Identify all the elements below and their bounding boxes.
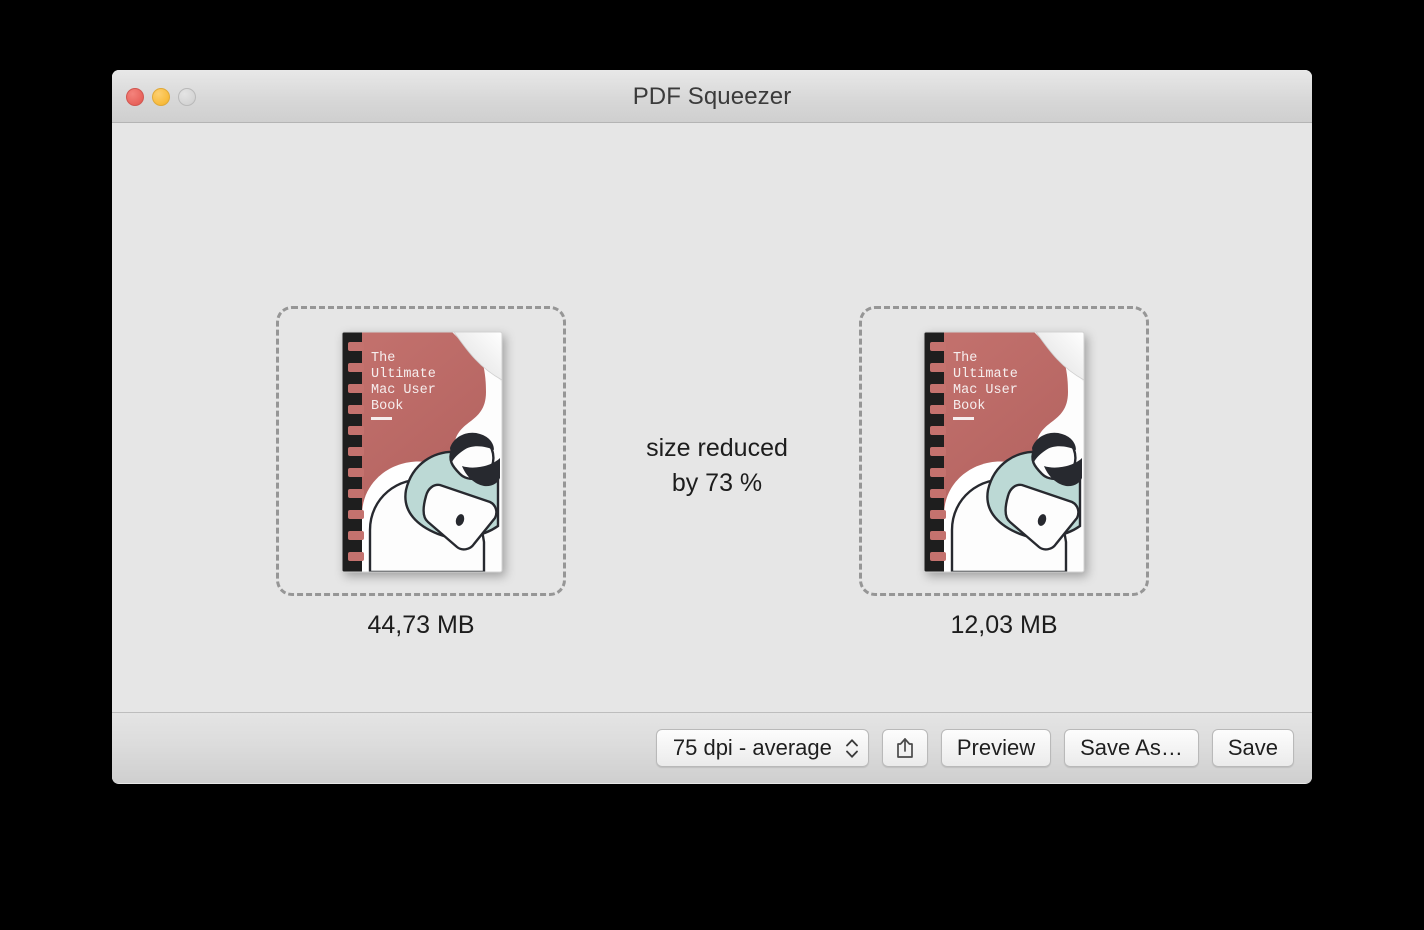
original-pdf-thumbnail[interactable]: The Ultimate Mac User Book: [334, 330, 509, 575]
app-window: PDF Squeezer The Ultimate Mac User Book …: [112, 70, 1312, 784]
reduction-line-2: by 73 %: [671, 469, 763, 497]
save-button[interactable]: Save: [1211, 729, 1294, 767]
window-title: PDF Squeezer: [632, 83, 792, 110]
chevron-updown-icon: [845, 738, 858, 758]
share-button[interactable]: [881, 729, 928, 767]
svg-text:The: The: [953, 351, 977, 366]
dpi-quality-select[interactable]: 75 dpi - average: [655, 729, 869, 767]
svg-text:Book: Book: [953, 399, 985, 414]
save-as-button[interactable]: Save As…: [1064, 729, 1199, 767]
reduction-line-1: size reduced: [646, 434, 788, 462]
window-titlebar: PDF Squeezer: [112, 70, 1312, 123]
svg-text:Mac User: Mac User: [953, 383, 1018, 398]
bottom-toolbar: 75 dpi - average Preview Save As… Save: [112, 712, 1312, 783]
preview-button[interactable]: Preview: [940, 729, 1052, 767]
svg-text:Book: Book: [371, 399, 403, 414]
share-icon: [895, 736, 915, 760]
size-reduction-message: size reduced by 73 %: [582, 431, 852, 501]
compressed-file-size: 12,03 MB: [950, 611, 1058, 639]
compressed-pdf-thumbnail[interactable]: The Ultimate Mac User Book: [916, 330, 1091, 575]
main-content: The Ultimate Mac User Book 44,73 MB size…: [112, 123, 1312, 712]
dpi-quality-value: 75 dpi - average: [672, 735, 832, 760]
svg-text:Ultimate: Ultimate: [953, 367, 1018, 382]
original-file-size: 44,73 MB: [367, 611, 475, 639]
svg-text:The: The: [371, 351, 395, 366]
svg-text:Ultimate: Ultimate: [371, 367, 436, 382]
svg-text:Mac User: Mac User: [371, 383, 436, 398]
